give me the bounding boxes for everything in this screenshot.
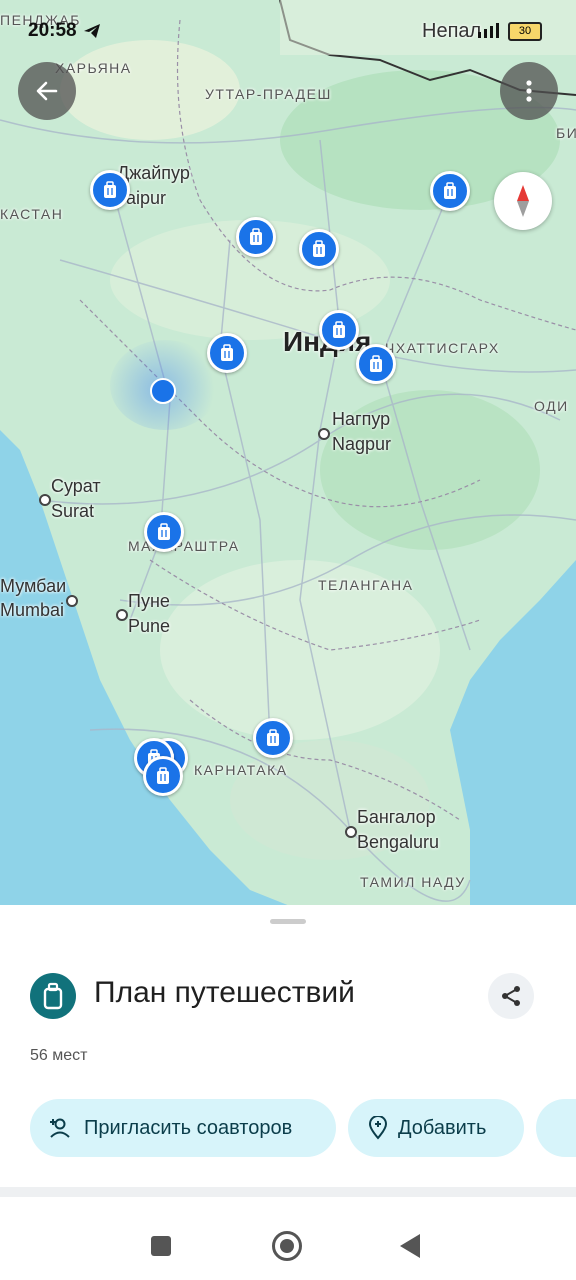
saved-place-pin[interactable] bbox=[143, 756, 183, 796]
luggage-icon bbox=[104, 181, 116, 198]
state-label-rajasthan: КАСТАН bbox=[0, 206, 64, 222]
luggage-icon bbox=[250, 228, 262, 245]
city-label-bangalore-ru: Бангалор bbox=[357, 807, 436, 827]
city-label-surat-ru: Сурат bbox=[51, 476, 101, 496]
state-label-karnataka: КАРНАТАКА bbox=[194, 762, 288, 778]
back-button[interactable] bbox=[18, 62, 76, 120]
saved-place-pin[interactable] bbox=[236, 217, 276, 257]
home-button[interactable] bbox=[272, 1231, 302, 1261]
city-label-pune-en: Pune bbox=[128, 616, 171, 636]
city-label-surat-en: Surat bbox=[51, 501, 95, 521]
status-bar: 20:58 30 bbox=[0, 0, 576, 56]
divider bbox=[0, 1187, 576, 1197]
invite-collaborators-button[interactable]: Пригласить соавторов bbox=[30, 1099, 336, 1157]
state-label-uttar-pradesh: УТТАР-ПРАДЕШ bbox=[205, 86, 332, 102]
arrow-left-icon bbox=[36, 81, 58, 101]
add-place-button[interactable]: Добавить bbox=[348, 1099, 524, 1157]
luggage-icon bbox=[158, 523, 170, 540]
city-dot-mumbai bbox=[66, 595, 78, 607]
luggage-icon bbox=[157, 767, 169, 784]
city-label-mumbai-en: Mumbai bbox=[0, 600, 65, 620]
system-nav-bar bbox=[0, 1200, 576, 1280]
list-icon-badge bbox=[30, 973, 76, 1019]
more-vertical-icon bbox=[526, 80, 532, 102]
add-label: Добавить bbox=[398, 1116, 487, 1139]
more-options-button[interactable] bbox=[500, 62, 558, 120]
luggage-icon bbox=[43, 982, 63, 1010]
state-label-bihar: БИ bbox=[556, 125, 576, 141]
invite-label: Пригласить соавторов bbox=[84, 1116, 293, 1139]
map-base bbox=[0, 0, 576, 910]
luggage-icon bbox=[313, 240, 325, 257]
saved-place-pin[interactable] bbox=[430, 171, 470, 211]
system-back-button[interactable] bbox=[400, 1234, 420, 1258]
city-label-pune-ru: Пуне bbox=[128, 591, 170, 611]
share-button[interactable] bbox=[488, 973, 534, 1019]
saved-place-pin[interactable] bbox=[207, 333, 247, 373]
luggage-icon bbox=[221, 344, 233, 361]
drag-handle[interactable] bbox=[270, 919, 306, 924]
battery-indicator: 30 bbox=[508, 22, 542, 41]
compass-button[interactable] bbox=[494, 172, 552, 230]
city-dot-nagpur bbox=[318, 428, 330, 440]
share-icon bbox=[502, 986, 520, 1006]
status-time: 20:58 bbox=[28, 20, 77, 41]
luggage-icon bbox=[370, 355, 382, 372]
list-title: План путешествий bbox=[94, 976, 355, 1009]
my-location-dot bbox=[150, 378, 176, 404]
luggage-icon bbox=[333, 321, 345, 338]
signal-icon bbox=[478, 23, 499, 38]
state-label-maharashtra: МАХАРАШТРА bbox=[128, 538, 240, 554]
city-label-bangalore-en: Bengaluru bbox=[357, 832, 440, 852]
luggage-icon bbox=[267, 729, 279, 746]
person-add-icon bbox=[50, 1118, 70, 1138]
saved-place-pin[interactable] bbox=[299, 229, 339, 269]
saved-place-pin[interactable] bbox=[319, 310, 359, 350]
state-label-telangana: ТЕЛАНГАНА bbox=[318, 577, 414, 593]
saved-place-pin[interactable] bbox=[253, 718, 293, 758]
city-label-nagpur-ru: Нагпур bbox=[332, 409, 391, 429]
places-count: 56 мест bbox=[30, 1047, 88, 1064]
saved-place-pin[interactable] bbox=[356, 344, 396, 384]
city-dot-surat bbox=[39, 494, 51, 506]
state-label-odisha: ОДИ bbox=[534, 398, 569, 414]
state-label-tamil-nadu: ТАМИЛ НАДУ bbox=[360, 874, 466, 890]
add-location-icon bbox=[368, 1116, 388, 1140]
map-view[interactable]: ПЕНДЖАБ ХАРЬЯНА УТТАР-ПРАДЕШ Непал БИ Дж… bbox=[0, 0, 576, 910]
saved-place-pin[interactable] bbox=[144, 512, 184, 552]
city-label-nagpur-en: Nagpur bbox=[332, 434, 392, 454]
city-label-mumbai-ru: Мумбаи bbox=[0, 576, 67, 596]
more-chip[interactable] bbox=[536, 1099, 576, 1157]
recents-button[interactable] bbox=[151, 1236, 171, 1256]
city-dot-bangalore bbox=[345, 826, 357, 838]
telegram-icon bbox=[84, 24, 100, 38]
luggage-icon bbox=[444, 182, 456, 199]
saved-place-pin[interactable] bbox=[90, 170, 130, 210]
city-dot-pune bbox=[116, 609, 128, 621]
state-label-chhattisgarh: ЧХАТТИСГАРХ bbox=[385, 340, 500, 356]
compass-icon bbox=[517, 185, 529, 217]
